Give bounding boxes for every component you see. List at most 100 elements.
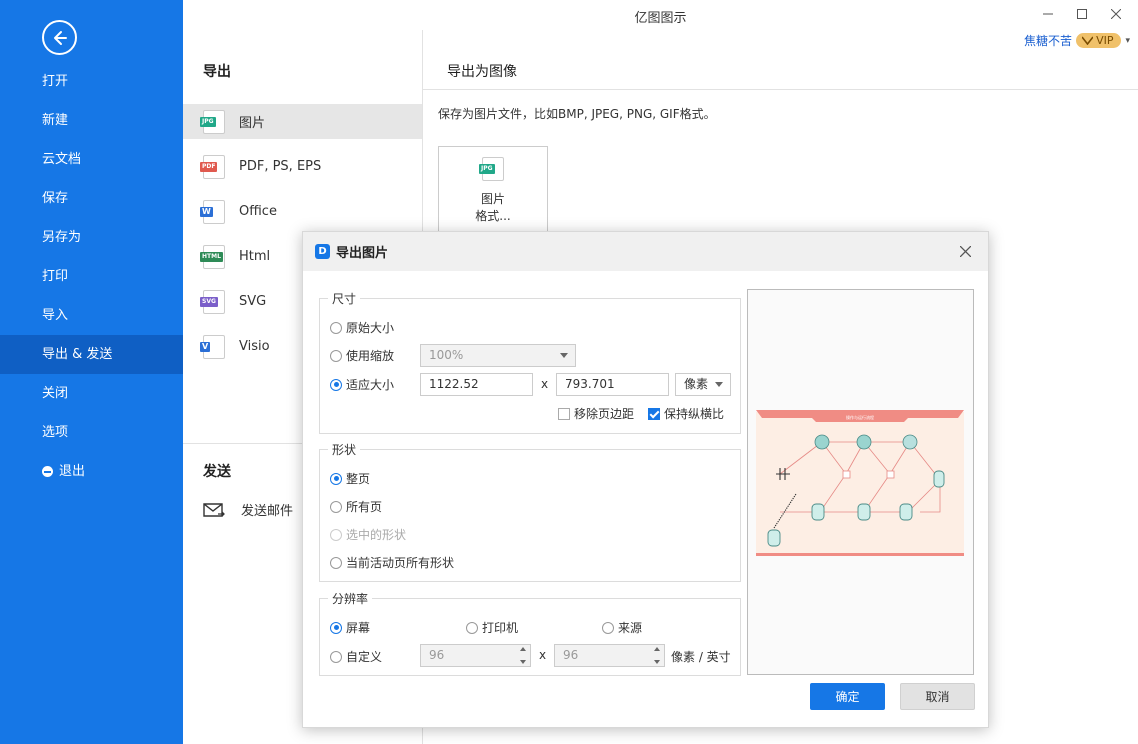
radio-button[interactable] [330,556,342,569]
vip-badge[interactable]: VIP [1076,33,1122,48]
option-active-page-shapes[interactable]: 当前活动页所有形状 [330,554,454,571]
checkbox[interactable] [648,407,660,420]
send-mail-label: 发送邮件 [241,504,294,519]
card-label-line1: 图片 [480,192,505,206]
sidebar-item-open[interactable]: 打开 [0,62,183,101]
unit-select[interactable]: 像素 [675,373,731,396]
export-item-office[interactable]: W Office [183,194,422,229]
vip-crown-icon [1082,36,1094,45]
stepper-arrows-icon[interactable] [653,647,661,664]
zoom-value: 100% [429,348,464,362]
group-title: 尺寸 [328,290,361,307]
radio-button[interactable] [330,321,342,334]
dpi-x-stepper[interactable]: 96 [420,644,531,667]
sidebar-item-cloud-docs[interactable]: 云文档 [0,140,183,179]
sidebar-item-label: 关闭 [42,386,69,401]
right-panel-heading: 导出为图像 [447,64,517,80]
option-fit-size[interactable]: 适应大小 [330,376,394,393]
radio-button[interactable] [602,621,614,634]
option-use-zoom[interactable]: 使用缩放 [330,347,394,364]
user-area[interactable]: 焦糖不苦 VIP ▾ [1024,32,1130,49]
export-item-image[interactable]: JPG 图片 [183,104,422,139]
export-image-dialog: D 导出图片 尺寸 原始大小 使用缩放 100% 适应大小 1122.52 x … [302,231,989,728]
radio-button[interactable] [330,349,342,362]
sidebar-item-options[interactable]: 选项 [0,413,183,452]
export-item-label: Html [239,249,271,264]
option-custom[interactable]: 自定义 [330,648,382,665]
sidebar-item-close[interactable]: 关闭 [0,374,183,413]
export-item-pdf[interactable]: PDF PDF, PS, EPS [183,149,422,184]
x-separator: x [541,377,549,391]
app-logo-icon: D [315,244,330,259]
preview-title: 操作与运行流程 [846,414,874,420]
radio-button[interactable] [330,500,342,513]
cancel-button[interactable]: 取消 [900,683,975,710]
sidebar-item-new[interactable]: 新建 [0,101,183,140]
group-title: 形状 [328,441,361,458]
chevron-down-icon [715,382,723,387]
option-label: 自定义 [346,650,383,664]
sidebar-item-export-send[interactable]: 导出 & 发送 [0,335,183,374]
option-label: 整页 [346,472,371,486]
shape-group: 形状 整页 所有页 选中的形状 当前活动页所有形状 [319,441,741,582]
option-keep-ratio[interactable]: 保持纵横比 [648,405,724,422]
sidebar: 打开 新建 云文档 保存 另存为 打印 导入 导出 & 发送 关闭 选项 退出 [0,0,183,744]
resolution-group: 分辨率 屏幕 打印机 来源 自定义 96 x 96 像素 / 英寸 [319,590,741,676]
sidebar-item-save[interactable]: 保存 [0,179,183,218]
option-screen[interactable]: 屏幕 [330,619,370,636]
group-title: 分辨率 [328,590,373,607]
sidebar-item-label: 打印 [42,269,69,284]
dialog-close-icon[interactable] [956,242,974,260]
dialog-header: D 导出图片 [303,232,988,271]
option-label: 保持纵横比 [664,407,725,421]
option-source[interactable]: 来源 [602,619,642,636]
radio-button[interactable] [330,621,342,634]
jpg-file-icon: JPG [200,109,225,134]
sidebar-item-print[interactable]: 打印 [0,257,183,296]
option-original-size[interactable]: 原始大小 [330,319,394,336]
height-input[interactable]: 793.701 [556,373,669,396]
divider [423,89,1138,90]
back-arrow-icon[interactable] [42,20,77,55]
option-label: 来源 [618,621,643,635]
title-bar: 亿图图示 焦糖不苦 VIP ▾ [183,0,1138,48]
radio-button[interactable] [330,472,342,485]
option-remove-margin[interactable]: 移除页边距 [558,405,634,422]
option-all-pages[interactable]: 所有页 [330,498,382,515]
jpg-file-icon: JPG [479,157,504,181]
sidebar-item-import[interactable]: 导入 [0,296,183,335]
ok-button[interactable]: 确定 [810,683,885,710]
sidebar-item-label: 打开 [42,74,69,89]
sidebar-item-save-as[interactable]: 另存为 [0,218,183,257]
radio-button[interactable] [330,650,342,663]
option-whole-page[interactable]: 整页 [330,470,370,487]
card-label-line2: 格式... [475,209,511,223]
option-printer[interactable]: 打印机 [466,619,518,636]
checkbox[interactable] [558,407,570,420]
sidebar-item-exit[interactable]: 退出 [0,452,183,491]
export-item-label: Office [239,204,277,219]
minimize-icon[interactable] [1038,4,1058,24]
send-mail-item[interactable]: 发送邮件 [203,500,293,519]
diagram-preview-image: 操作与运行流程 [756,410,964,556]
user-name[interactable]: 焦糖不苦 [1024,32,1072,49]
radio-button[interactable] [330,378,342,391]
width-input[interactable]: 1122.52 [420,373,533,396]
mail-icon [203,502,225,517]
maximize-icon[interactable] [1072,4,1092,24]
radio-button[interactable] [466,621,478,634]
sidebar-item-label: 退出 [59,464,86,479]
option-label: 适应大小 [346,378,395,392]
html-file-icon: HTML [200,244,225,269]
word-file-icon: W [200,199,225,224]
dpi-y-stepper[interactable]: 96 [554,644,665,667]
option-selected-shapes: 选中的形状 [330,526,406,543]
user-dropdown-icon[interactable]: ▾ [1125,36,1130,46]
sidebar-menu: 打开 新建 云文档 保存 另存为 打印 导入 导出 & 发送 关闭 选项 退出 [0,62,183,491]
sidebar-item-label: 导出 & 发送 [42,347,113,362]
svg-file-icon: SVG [200,289,225,314]
sidebar-item-label: 导入 [42,308,69,323]
close-window-icon[interactable] [1106,4,1126,24]
zoom-select[interactable]: 100% [420,344,576,367]
stepper-arrows-icon[interactable] [519,647,527,664]
